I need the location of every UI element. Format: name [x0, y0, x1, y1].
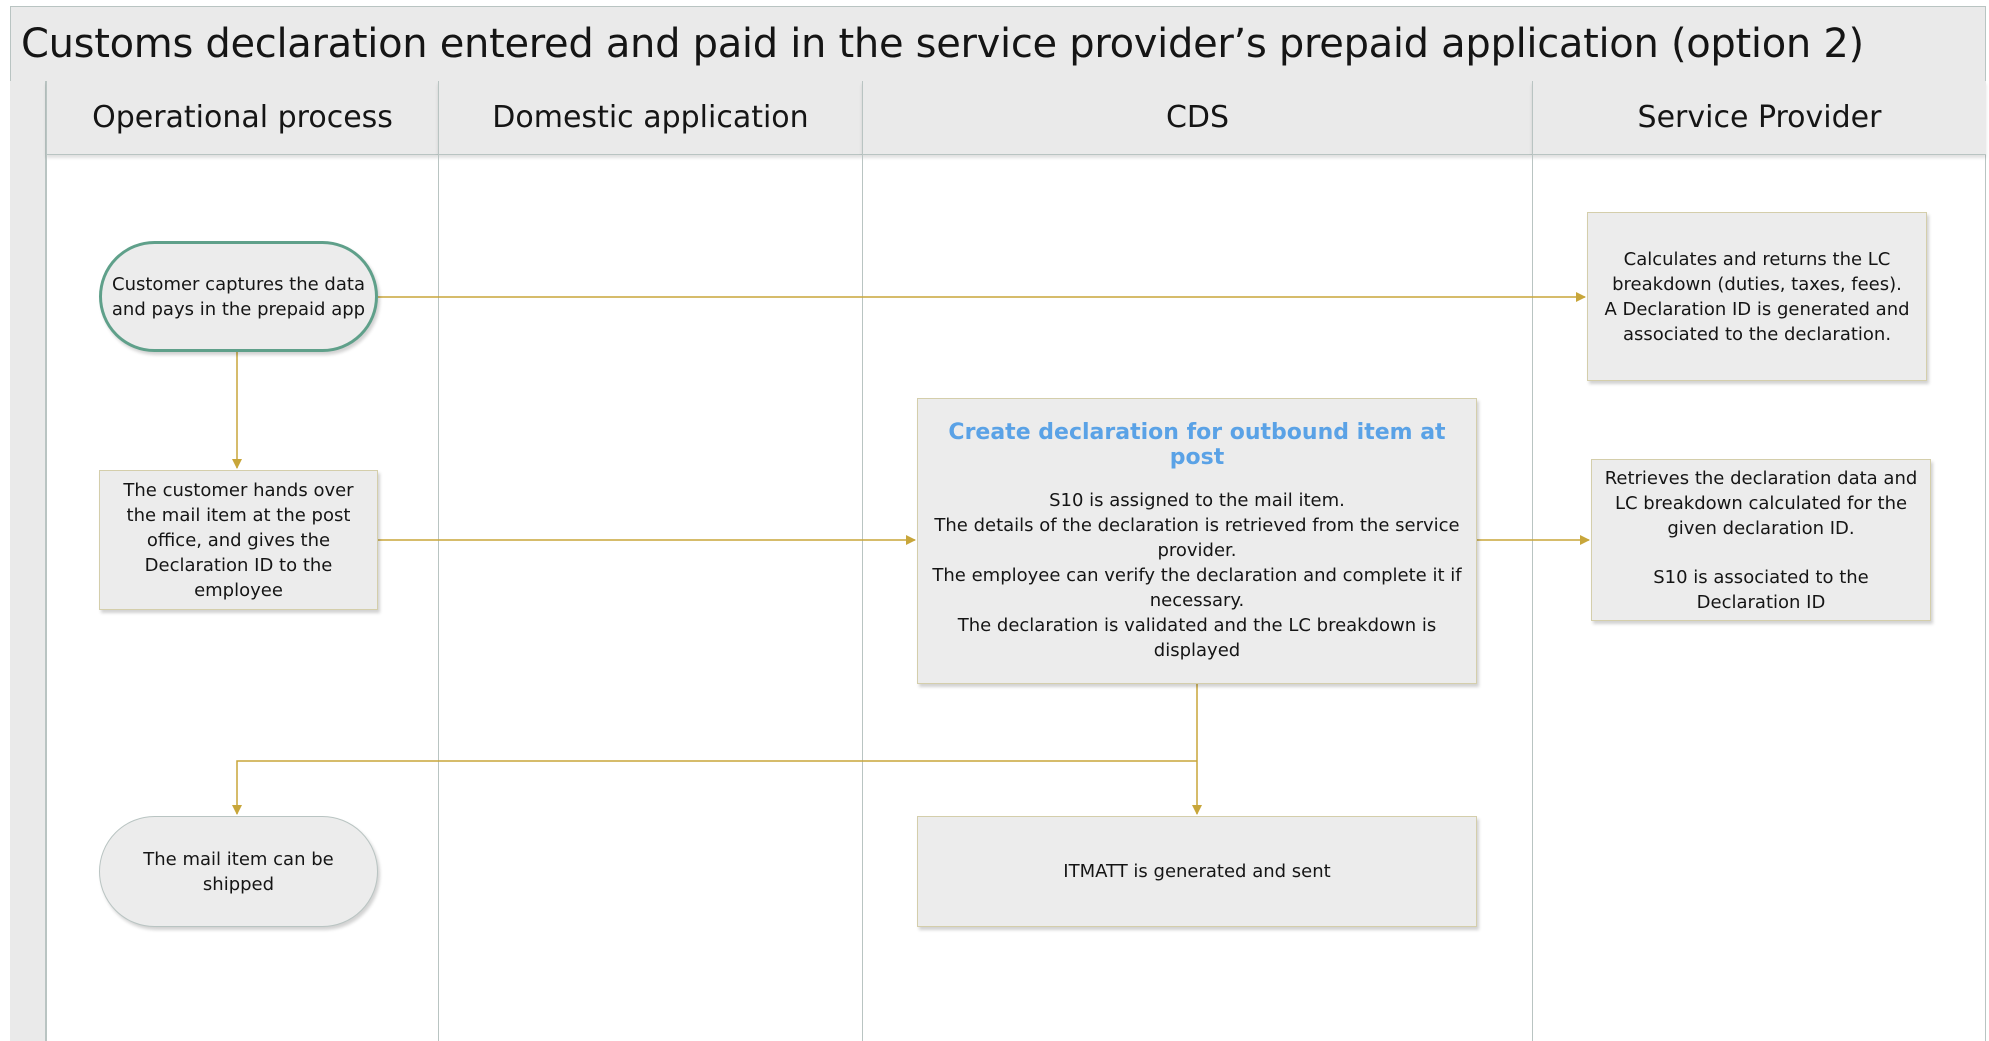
lane-divider: [438, 155, 439, 1041]
process-node-customer-hands-over[interactable]: The customer hands over the mail item at…: [99, 470, 378, 610]
end-node-mail-shipped[interactable]: The mail item can be shipped: [99, 816, 378, 927]
pool-side-strip: [10, 81, 46, 1041]
node-text: ITMATT is generated and sent: [1063, 861, 1331, 882]
process-node-calculates-lc[interactable]: Calculates and returns the LC breakdown …: [1587, 212, 1927, 381]
node-text-line: Calculates and returns the LC breakdown …: [1612, 248, 1902, 295]
node-text-line: The employee can verify the declaration …: [932, 564, 1462, 611]
process-node-retrieves-data[interactable]: Retrieves the declaration data and LC br…: [1591, 459, 1931, 621]
node-text-line: The details of the declaration is retrie…: [934, 514, 1460, 561]
lane-header-service-provider: Service Provider: [1532, 81, 1986, 155]
node-text-line: A Declaration ID is generated and associ…: [1604, 298, 1910, 345]
node-text-line: Retrieves the declaration data and LC br…: [1604, 467, 1918, 539]
process-node-create-declaration[interactable]: Create declaration for outbound item at …: [917, 398, 1477, 684]
node-text: The mail item can be shipped: [143, 848, 334, 895]
lane-label: CDS: [1165, 100, 1230, 135]
node-text: The customer hands over the mail item at…: [123, 479, 354, 601]
process-node-itmatt-generated[interactable]: ITMATT is generated and sent: [917, 816, 1477, 927]
lane-divider: [46, 155, 47, 1041]
node-text-line: The declaration is validated and the LC …: [957, 614, 1437, 661]
lane-label: Service Provider: [1637, 100, 1882, 135]
diagram-title-bar: Customs declaration entered and paid in …: [10, 6, 1986, 82]
lane-divider: [862, 155, 863, 1041]
lane-header-domestic-application: Domestic application: [438, 81, 862, 155]
lane-label: Domestic application: [492, 100, 809, 135]
lane-divider: [1532, 155, 1533, 1041]
node-text-line: S10 is assigned to the mail item.: [1049, 489, 1345, 511]
diagram-title: Customs declaration entered and paid in …: [21, 21, 1864, 67]
start-node-customer-captures[interactable]: Customer captures the data and pays in t…: [99, 241, 378, 352]
node-title: Create declaration for outbound item at …: [948, 419, 1446, 470]
lane-label: Operational process: [92, 100, 393, 135]
lane-header-cds: CDS: [862, 81, 1532, 155]
lane-header-operational-process: Operational process: [46, 81, 438, 155]
node-text-line: S10 is associated to the Declaration ID: [1653, 566, 1869, 613]
node-text: Customer captures the data and pays in t…: [111, 273, 366, 320]
